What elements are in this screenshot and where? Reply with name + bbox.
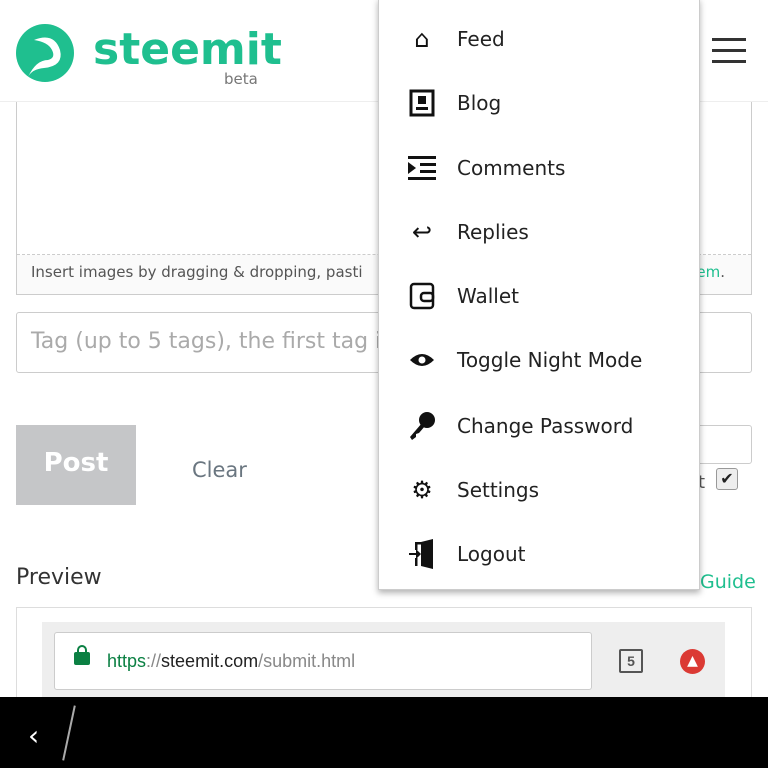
clear-button[interactable]: Clear (192, 458, 247, 482)
menu-item-settings[interactable]: ⚙ Settings (379, 460, 699, 520)
beta-label: beta (224, 70, 258, 88)
key-icon (407, 411, 437, 441)
upvote-checkbox[interactable]: ✔ (716, 468, 738, 490)
hamburger-menu-icon[interactable] (712, 38, 746, 64)
blog-icon (407, 88, 437, 118)
gear-icon: ⚙ (411, 476, 433, 504)
reply-icon: ↩ (411, 218, 433, 246)
home-icon: ⌂ (414, 25, 430, 53)
tab-count-button[interactable]: 5 (619, 649, 643, 673)
eye-icon (407, 345, 437, 375)
menu-item-night-mode[interactable]: Toggle Night Mode (379, 330, 699, 390)
user-dropdown-menu: ⌂ Feed Blog Comments ↩ Replies Wallet Togg… (378, 0, 700, 590)
menu-item-blog[interactable]: Blog (379, 73, 699, 133)
lock-icon (74, 645, 90, 665)
menu-item-logout[interactable]: Logout (379, 524, 699, 584)
post-button[interactable]: Post (16, 425, 136, 505)
upload-icon[interactable]: ▲ (680, 649, 705, 674)
menu-item-replies[interactable]: ↩ Replies (379, 202, 699, 262)
comments-icon (407, 153, 437, 183)
system-nav-bar: ‹ (0, 697, 768, 768)
wallet-icon (407, 281, 437, 311)
brand-name[interactable]: steemit (93, 24, 282, 75)
back-icon[interactable]: ‹ (28, 719, 39, 752)
logout-icon (407, 539, 437, 569)
divider (62, 705, 76, 761)
menu-item-change-password[interactable]: Change Password (379, 396, 699, 456)
menu-item-feed[interactable]: ⌂ Feed (379, 9, 699, 69)
url-bar[interactable]: https://steemit.com/submit.html (54, 632, 592, 690)
preview-heading: Preview (16, 565, 102, 590)
steemit-logo[interactable] (14, 22, 76, 84)
menu-item-comments[interactable]: Comments (379, 138, 699, 198)
markdown-guide-link[interactable]: Guide (700, 571, 756, 593)
menu-item-wallet[interactable]: Wallet (379, 266, 699, 326)
